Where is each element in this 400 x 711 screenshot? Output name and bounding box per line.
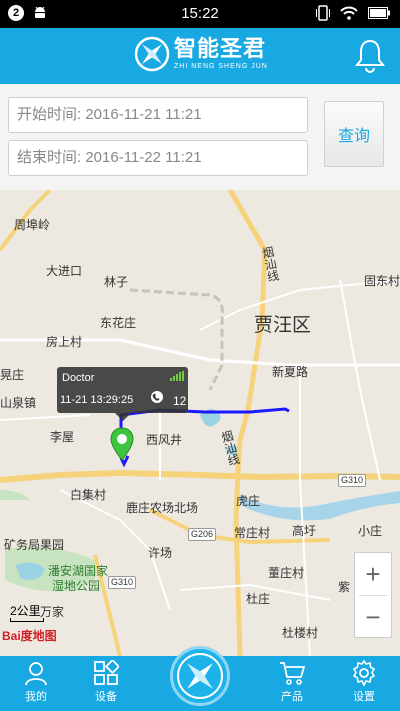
wifi-icon — [340, 6, 358, 20]
map-label: 房上村 — [46, 335, 83, 349]
map-label-park: 湿地公园 — [52, 579, 101, 593]
nav-label: 我的 — [25, 690, 47, 703]
compass-logo-icon — [134, 36, 170, 72]
user-icon — [25, 662, 47, 686]
zoom-control: + − — [354, 552, 392, 638]
map-scale-bar — [10, 618, 44, 622]
nav-item-device[interactable]: 设备 — [76, 660, 136, 704]
map-label: 高圩 — [292, 524, 317, 538]
map-label: 杜楼村 — [282, 626, 319, 640]
map-label: 鹿庄农场北场 — [126, 501, 199, 515]
device-timestamp: 11-21 13:29:25 — [60, 394, 134, 406]
cart-icon — [280, 662, 305, 685]
map-label: 矿务局果园 — [4, 538, 65, 552]
map-label: 西风井 — [146, 433, 183, 447]
map-scale: 2公里 — [10, 604, 41, 618]
nav-label: 设备 — [95, 690, 117, 703]
baidu-logo: Bai度地图 — [2, 629, 57, 643]
location-pin-icon[interactable] — [108, 426, 136, 462]
map-label: 固东村 — [364, 274, 400, 288]
end-time-field[interactable]: 结束时间: 2016-11-22 11:21 — [8, 140, 308, 176]
device-popup[interactable]: Doctor 11-21 13:29:25 12 — [57, 367, 188, 421]
map-label: 杜庄 — [246, 592, 271, 606]
nav-label: 产品 — [281, 690, 303, 703]
map-label-district: 贾汪区 — [254, 314, 312, 336]
map-label: 常庄村 — [234, 526, 271, 540]
map-label: 紫 — [338, 580, 351, 594]
vibrate-icon — [316, 5, 330, 21]
map-label: 李屋 — [50, 430, 75, 444]
nav-item-product[interactable]: 产品 — [262, 660, 322, 704]
device-name: Doctor — [62, 372, 95, 384]
phone-icon — [151, 391, 163, 403]
app-logo: 智能圣君 ZHI NENG SHENG JUN — [134, 36, 268, 72]
map-label: 小庄 — [358, 524, 383, 538]
status-bar: 2 15:22 — [0, 0, 400, 28]
map-label: 大进口 — [46, 264, 83, 278]
map-label: 林子 — [104, 275, 129, 289]
nav-label: 设置 — [353, 690, 375, 703]
zoom-in-button[interactable]: + — [355, 553, 391, 595]
map-label: 周埠岭 — [14, 218, 51, 232]
road-shield: G206 — [188, 528, 217, 541]
map-label: 董庄村 — [268, 566, 305, 580]
logo-title: 智能圣君 — [174, 36, 267, 62]
nav-center-button[interactable] — [170, 646, 230, 706]
compass-icon — [177, 653, 223, 699]
app-header: 智能圣君 ZHI NENG SHENG JUN — [0, 28, 400, 84]
query-panel: 开始时间: 2016-11-21 11:21 结束时间: 2016-11-22 … — [0, 84, 400, 190]
map-label: 虎庄 — [236, 494, 261, 508]
bell-icon[interactable] — [354, 38, 386, 74]
map-label: 新夏路 — [272, 365, 309, 379]
query-button[interactable]: 查询 — [324, 101, 384, 167]
bottom-nav: 我的 设备 产品 设置 — [0, 646, 400, 711]
signal-icon — [170, 371, 184, 381]
road-shield: G310 — [338, 474, 367, 487]
logo-subtitle: ZHI NENG SHENG JUN — [174, 62, 268, 70]
map-label: 许场 — [148, 546, 173, 560]
map-label: 山泉镇 — [0, 396, 37, 410]
device-number: 12 — [173, 394, 187, 408]
map-label: 东花庄 — [100, 316, 137, 330]
map-label: 白集村 — [70, 488, 107, 502]
gear-icon — [352, 660, 376, 686]
map-label: 晃庄 — [0, 368, 25, 382]
grid-icon — [94, 660, 119, 685]
map-view[interactable]: 周埠岭 大进口 林子 固东村 东花庄 房上村 贾汪区 新夏路 晃庄 山泉镇 李屋… — [0, 190, 400, 656]
nav-item-settings[interactable]: 设置 — [334, 660, 394, 704]
start-time-field[interactable]: 开始时间: 2016-11-21 11:21 — [8, 97, 308, 133]
road-shield: G310 — [108, 576, 137, 589]
battery-icon — [368, 7, 390, 19]
zoom-out-button[interactable]: − — [355, 596, 391, 638]
nav-item-mine[interactable]: 我的 — [6, 660, 66, 704]
